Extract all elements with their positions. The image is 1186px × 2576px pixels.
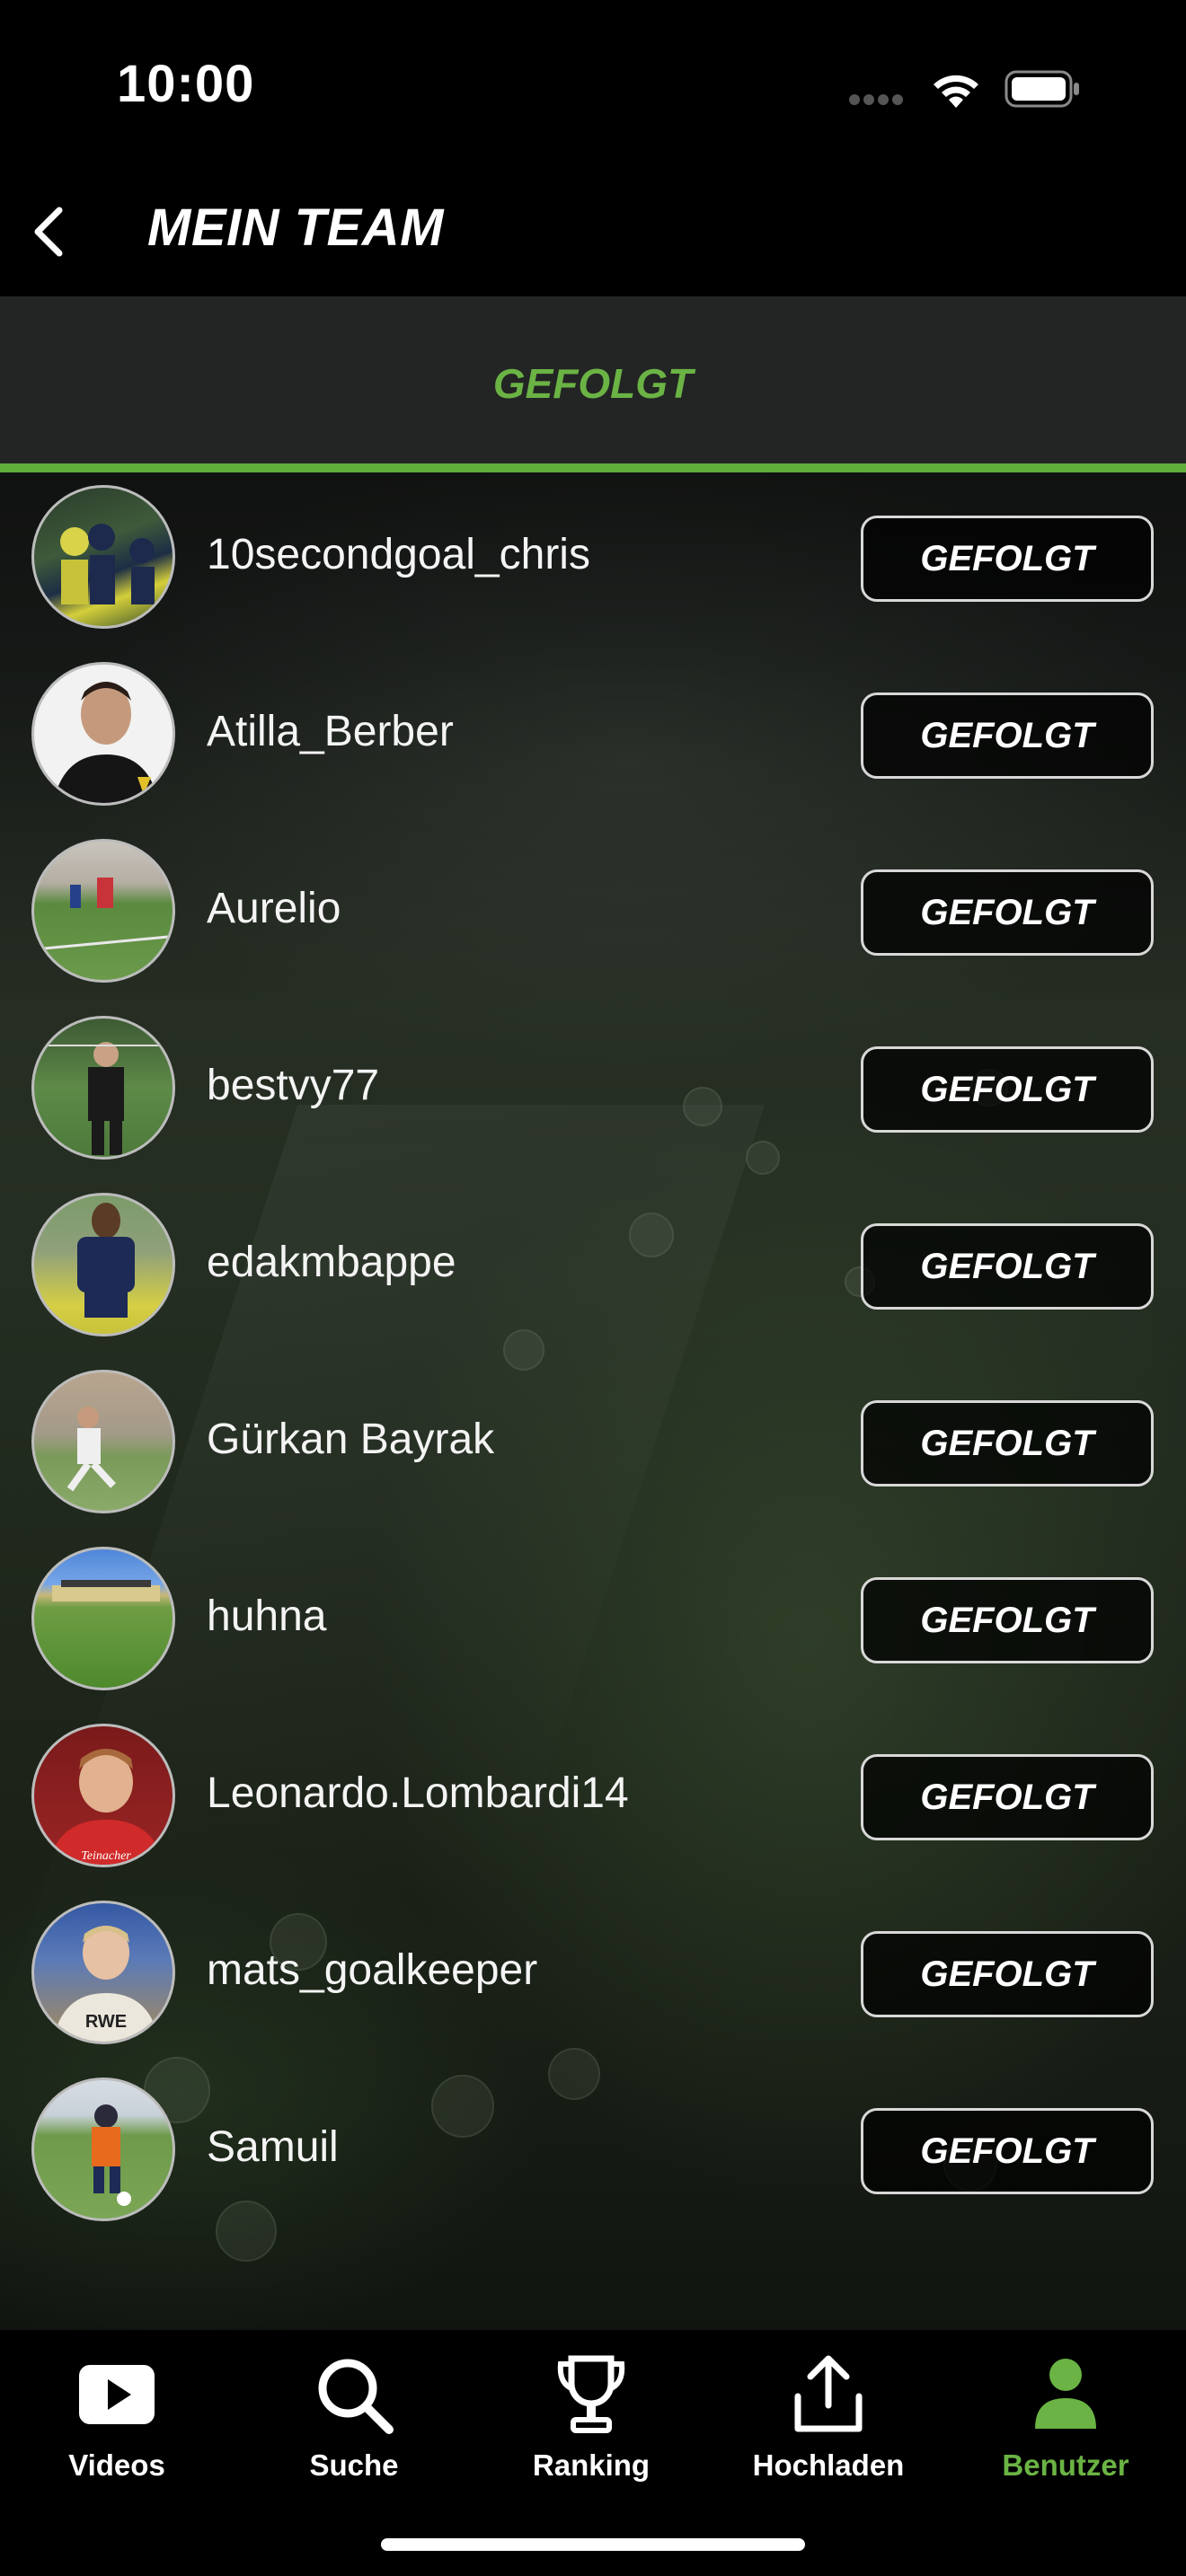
followed-button[interactable]: GEFOLGT	[861, 1754, 1154, 1840]
avatar[interactable]	[31, 1193, 175, 1337]
nav-label: Benutzer	[1002, 2448, 1129, 2482]
nav-label: Ranking	[532, 2448, 651, 2482]
username[interactable]: bestvy77	[207, 1061, 379, 1110]
nav-label: Videos	[68, 2448, 165, 2482]
list-item[interactable]: 10secondgoal_chris GEFOLGT	[0, 472, 1186, 649]
avatar[interactable]	[31, 1547, 175, 1690]
nav-label: Suche	[309, 2448, 399, 2482]
nav-videos[interactable]: Videos	[18, 2350, 216, 2483]
username[interactable]: Atilla_Berber	[207, 707, 454, 756]
username[interactable]: Samuil	[207, 2122, 339, 2172]
status-bar: 10:00	[0, 0, 1186, 162]
status-time: 10:00	[117, 55, 255, 113]
page-title: MEIN TEAM	[147, 198, 444, 257]
avatar[interactable]	[31, 1370, 175, 1513]
svg-text:Teinacher: Teinacher	[81, 1849, 131, 1863]
list-item[interactable]: Atilla_Berber GEFOLGT	[0, 649, 1186, 826]
home-indicator[interactable]	[381, 2538, 805, 2551]
svg-text:RWE: RWE	[85, 2012, 127, 2032]
header: MEIN TEAM	[0, 162, 1186, 296]
list-item[interactable]: Teinacher Leonardo.Lombardi14 GEFOLGT	[0, 1711, 1186, 1888]
upload-icon	[794, 2355, 863, 2432]
app-screen: 10:00 MEIN TEAM GEFOLGT 10secondgoal_chr…	[0, 0, 1186, 2576]
nav-search[interactable]: Suche	[255, 2350, 453, 2483]
tab-bar: GEFOLGT	[0, 296, 1186, 472]
back-icon[interactable]	[20, 199, 83, 262]
trophy-icon	[557, 2355, 625, 2433]
username[interactable]: mats_goalkeeper	[207, 1945, 537, 1995]
followed-button[interactable]: GEFOLGT	[861, 693, 1154, 779]
followed-button[interactable]: GEFOLGT	[861, 2108, 1154, 2194]
nav-upload[interactable]: Hochladen	[730, 2350, 927, 2483]
list-item[interactable]: Gürkan Bayrak GEFOLGT	[0, 1357, 1186, 1534]
avatar[interactable]	[31, 1016, 175, 1160]
username[interactable]: 10secondgoal_chris	[207, 530, 590, 579]
nav-label: Hochladen	[752, 2448, 905, 2482]
list-item[interactable]: edakmbappe GEFOLGT	[0, 1180, 1186, 1357]
username[interactable]: Leonardo.Lombardi14	[207, 1769, 629, 1818]
avatar[interactable]	[31, 839, 175, 983]
username[interactable]: huhna	[207, 1592, 326, 1641]
list-item[interactable]: bestvy77 GEFOLGT	[0, 1003, 1186, 1180]
avatar[interactable]	[31, 662, 175, 806]
play-icon	[79, 2365, 155, 2424]
nav-user[interactable]: Benutzer	[967, 2350, 1164, 2483]
username[interactable]: Aurelio	[207, 884, 341, 933]
username[interactable]: edakmbappe	[207, 1238, 456, 1287]
avatar[interactable]	[31, 485, 175, 629]
list-item[interactable]: huhna GEFOLGT	[0, 1534, 1186, 1711]
username[interactable]: Gürkan Bayrak	[207, 1415, 494, 1464]
followed-button[interactable]: GEFOLGT	[861, 1931, 1154, 2017]
avatar[interactable]: RWE	[31, 1901, 175, 2044]
tab-gefolgt[interactable]: GEFOLGT	[0, 359, 1186, 408]
search-icon	[318, 2359, 394, 2434]
followed-button[interactable]: GEFOLGT	[861, 869, 1154, 956]
list-item[interactable]: Samuil GEFOLGT	[0, 2065, 1186, 2242]
followed-button[interactable]: GEFOLGT	[861, 1400, 1154, 1486]
cellular-signal-icon	[849, 93, 912, 106]
followed-button[interactable]: GEFOLGT	[861, 1223, 1154, 1310]
user-icon	[1035, 2359, 1096, 2429]
list-item[interactable]: Aurelio GEFOLGT	[0, 826, 1186, 1003]
wifi-icon	[934, 75, 978, 108]
nav-ranking[interactable]: Ranking	[492, 2350, 690, 2483]
followed-button[interactable]: GEFOLGT	[861, 1577, 1154, 1663]
followed-button[interactable]: GEFOLGT	[861, 516, 1154, 602]
followed-button[interactable]: GEFOLGT	[861, 1046, 1154, 1133]
tab-active-indicator	[0, 463, 1186, 472]
avatar[interactable]: Teinacher	[31, 1724, 175, 1867]
list-item[interactable]: RWE mats_goalkeeper GEFOLGT	[0, 1888, 1186, 2065]
avatar[interactable]	[31, 2078, 175, 2221]
battery-icon	[1005, 70, 1079, 108]
